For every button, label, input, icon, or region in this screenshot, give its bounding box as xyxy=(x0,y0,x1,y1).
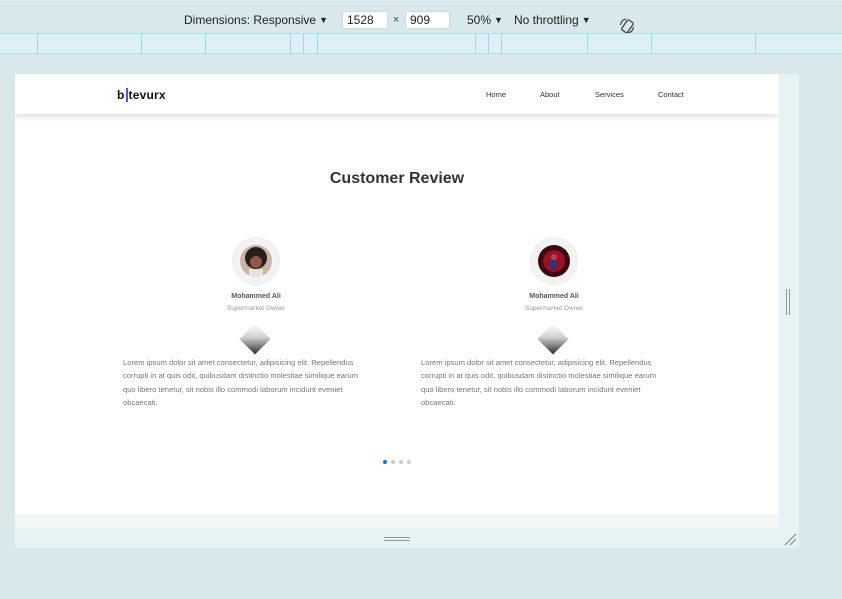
nav-contact[interactable]: Contact xyxy=(658,90,684,99)
avatar xyxy=(538,245,570,277)
emulated-page: b tevurx Home About Services Contact Cust… xyxy=(15,74,779,514)
carousel-dot[interactable] xyxy=(391,460,395,464)
zoom-label: 50% xyxy=(467,13,492,27)
media-query-marker[interactable] xyxy=(587,34,588,53)
media-query-marker[interactable] xyxy=(501,34,502,53)
height-input[interactable]: 909 xyxy=(405,11,450,29)
logo-text-start: b xyxy=(117,88,125,102)
media-query-marker[interactable] xyxy=(475,34,476,53)
avatar xyxy=(240,245,272,277)
media-query-marker[interactable] xyxy=(303,34,304,53)
media-query-marker[interactable] xyxy=(488,34,489,53)
zoom-dropdown[interactable]: 50% ▼ xyxy=(467,13,503,27)
media-query-marker[interactable] xyxy=(205,34,206,53)
carousel-dot[interactable] xyxy=(407,460,411,464)
device-toolbar: Dimensions: Responsive ▼ 1528 × 909 50% ▼ … xyxy=(0,6,842,34)
site-header: b tevurx Home About Services Contact xyxy=(15,74,779,114)
section-title: Customer Review xyxy=(329,170,465,187)
reviewer-role: Supermarket Owner xyxy=(524,305,584,312)
media-query-marker[interactable] xyxy=(141,34,142,53)
nav-about[interactable]: About xyxy=(540,90,560,99)
avatar-frame xyxy=(531,238,577,284)
times-sign: × xyxy=(393,14,400,26)
logo-accent-mark xyxy=(125,88,128,102)
resize-corner-icon[interactable] xyxy=(783,532,797,546)
throttling-dropdown[interactable]: No throttling ▼ xyxy=(514,13,591,27)
logo-text-end: tevurx xyxy=(128,88,166,102)
resize-handle-right[interactable] xyxy=(786,289,792,315)
caret-down-icon: ▼ xyxy=(494,15,503,25)
media-query-marker[interactable] xyxy=(755,34,756,53)
media-query-marker[interactable] xyxy=(317,34,318,53)
site-logo[interactable]: b tevurx xyxy=(117,88,166,102)
dimensions-dropdown[interactable]: Dimensions: Responsive ▼ xyxy=(184,13,328,27)
throttling-label: No throttling xyxy=(514,13,579,27)
resize-handle-bottom[interactable] xyxy=(384,537,410,543)
media-query-marker[interactable] xyxy=(37,34,38,53)
nav-home[interactable]: Home xyxy=(486,90,506,99)
reviewer-name: Mohammed Ali xyxy=(529,293,579,300)
reviewer-name: Mohammed Ali xyxy=(231,293,281,300)
avatar-frame xyxy=(233,238,279,284)
carousel-dot[interactable] xyxy=(383,460,387,464)
reviewer-role: Supermarket Owner xyxy=(226,305,286,312)
page-footer-strip xyxy=(15,514,779,528)
width-input[interactable]: 1528 xyxy=(342,11,388,29)
caret-down-icon: ▼ xyxy=(319,15,328,25)
media-query-bar[interactable] xyxy=(0,33,842,54)
caret-down-icon: ▼ xyxy=(581,15,591,25)
quote-pointer-icon xyxy=(537,323,569,355)
quote-pointer-icon xyxy=(239,323,271,355)
review-text: Lorem ipsum dolor sit amet consectetur, … xyxy=(123,358,359,407)
dimensions-label: Dimensions: Responsive xyxy=(184,13,317,27)
carousel-dot[interactable] xyxy=(399,460,403,464)
review-text: Lorem ipsum dolor sit amet consectetur, … xyxy=(421,358,657,407)
media-query-marker[interactable] xyxy=(651,34,652,53)
media-query-marker[interactable] xyxy=(290,34,291,53)
nav-services[interactable]: Services xyxy=(595,90,624,99)
